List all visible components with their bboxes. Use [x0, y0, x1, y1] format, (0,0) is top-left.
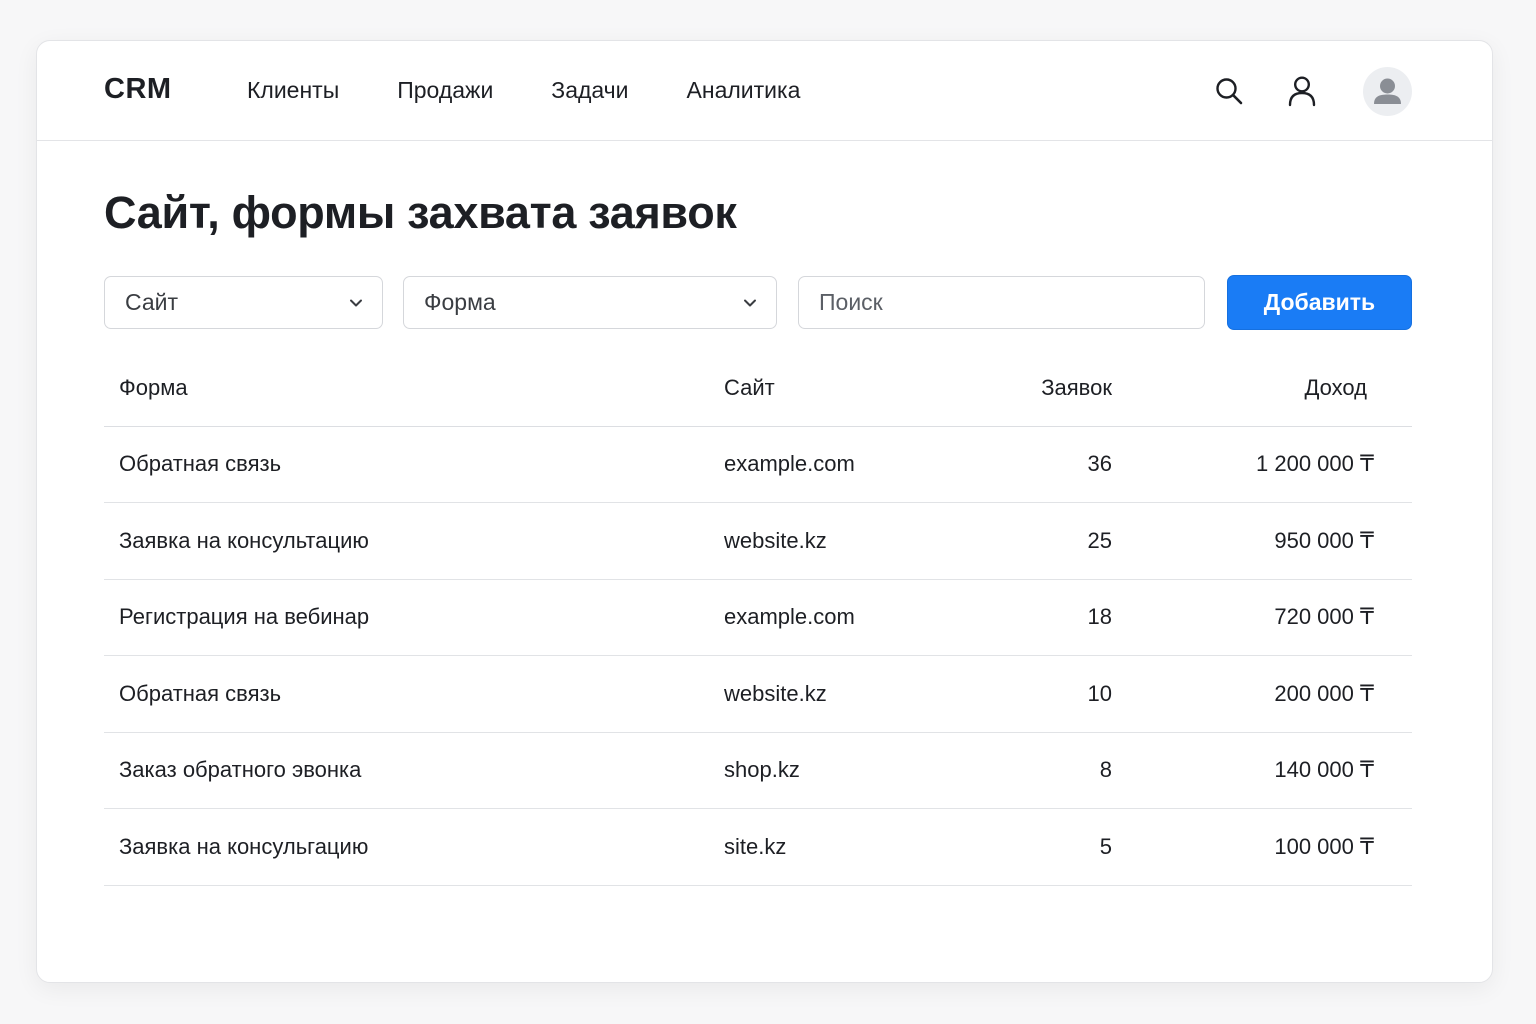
add-button[interactable]: Добавить	[1227, 275, 1412, 330]
cell-count: 10	[944, 655, 1112, 733]
cell-revenue: 140 000 ₸	[1112, 732, 1412, 809]
main-nav: Клиенты Продажи Задачи Аналитика	[247, 77, 858, 104]
cell-revenue: 950 000 ₸	[1112, 502, 1412, 580]
nav-item-sales[interactable]: Продажи	[397, 77, 493, 104]
column-header-count[interactable]: Заявок	[944, 351, 1112, 427]
cell-count: 36	[944, 426, 1112, 503]
column-header-revenue[interactable]: Доход	[1112, 351, 1412, 427]
cell-site: example.com	[724, 426, 944, 503]
cell-form: Заявка на консультацию	[104, 502, 724, 580]
search-input[interactable]	[819, 277, 1204, 328]
table-row[interactable]: Обратная связь example.com 36 1 200 000 …	[104, 426, 1412, 503]
cell-revenue: 1 200 000 ₸	[1112, 426, 1412, 503]
chevron-down-icon	[744, 299, 756, 307]
chevron-down-icon	[350, 299, 362, 307]
search-icon[interactable]	[1209, 71, 1249, 111]
avatar-person-icon	[1374, 78, 1401, 104]
table-row[interactable]: Заявка на консультацию website.kz 25 950…	[104, 502, 1412, 580]
cell-revenue: 200 000 ₸	[1112, 655, 1412, 733]
search-field[interactable]	[798, 276, 1205, 329]
cell-count: 25	[944, 502, 1112, 580]
cell-revenue: 100 000 ₸	[1112, 808, 1412, 886]
app-window: CRM Клиенты Продажи Задачи Аналитика Сай…	[36, 40, 1493, 983]
cell-count: 18	[944, 579, 1112, 656]
app-logo[interactable]: CRM	[104, 73, 172, 106]
cell-revenue: 720 000 ₸	[1112, 579, 1412, 656]
cell-count: 5	[944, 808, 1112, 886]
form-select-value: Форма	[424, 289, 496, 315]
cell-site: example.com	[724, 579, 944, 656]
column-header-site[interactable]: Сайт	[724, 351, 944, 427]
cell-site: website.kz	[724, 502, 944, 580]
top-header: CRM Клиенты Продажи Задачи Аналитика	[37, 41, 1492, 141]
cell-site: site.kz	[724, 808, 944, 886]
table-row[interactable]: Заказ обратного эвонка shop.kz 8 140 000…	[104, 732, 1412, 809]
column-header-form[interactable]: Форма	[104, 351, 724, 427]
cell-form: Заявка на консульгацию	[104, 808, 724, 886]
user-icon[interactable]	[1282, 71, 1322, 111]
page-title: Сайт, формы захвата заявок	[104, 187, 737, 238]
cell-form: Заказ обратного эвонка	[104, 732, 724, 809]
nav-item-analytics[interactable]: Аналитика	[687, 77, 801, 104]
table-row[interactable]: Регистрация на вебинар example.com 18 72…	[104, 579, 1412, 656]
cell-site: shop.kz	[724, 732, 944, 809]
form-select[interactable]: Форма	[403, 276, 777, 329]
avatar[interactable]	[1363, 67, 1412, 116]
forms-table: Форма Сайт Заявок Доход Обратная связь e…	[104, 351, 1412, 886]
nav-item-clients[interactable]: Клиенты	[247, 77, 339, 104]
cell-form: Регистрация на вебинар	[104, 579, 724, 656]
table-header-row: Форма Сайт Заявок Доход	[104, 351, 1412, 427]
site-select[interactable]: Сайт	[104, 276, 383, 329]
cell-form: Обратная связь	[104, 426, 724, 503]
cell-form: Обратная связь	[104, 655, 724, 733]
site-select-value: Сайт	[125, 289, 179, 315]
cell-site: website.kz	[724, 655, 944, 733]
table-row[interactable]: Обратная связь website.kz 10 200 000 ₸	[104, 655, 1412, 733]
nav-item-tasks[interactable]: Задачи	[551, 77, 628, 104]
table-row[interactable]: Заявка на консульгацию site.kz 5 100 000…	[104, 808, 1412, 886]
cell-count: 8	[944, 732, 1112, 809]
